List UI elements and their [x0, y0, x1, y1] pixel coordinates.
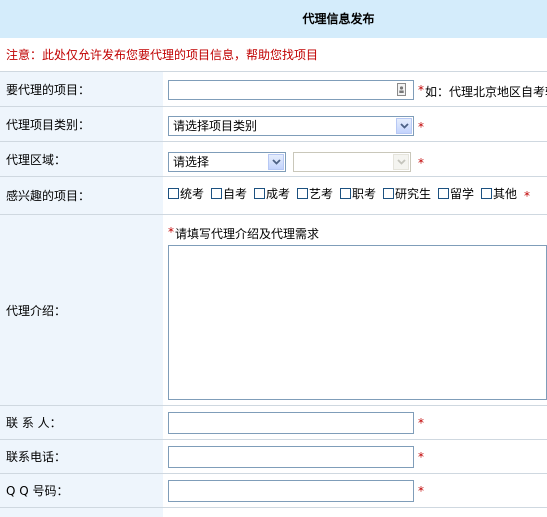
contact-input[interactable] — [168, 412, 414, 434]
intro-label: 代理介绍： — [0, 215, 163, 405]
page-title: 代理信息发布 — [302, 12, 375, 26]
contact-required-star: * — [418, 416, 424, 430]
interest-option[interactable]: 其他 — [481, 186, 517, 201]
interest-option[interactable]: 统考 — [168, 186, 204, 201]
chevron-down-icon[interactable] — [268, 154, 284, 170]
interest-option[interactable]: 成考 — [254, 186, 290, 201]
phone-required-star: * — [418, 450, 424, 464]
phone-input[interactable] — [168, 446, 414, 468]
qq-required-star: * — [418, 484, 424, 498]
checkbox[interactable] — [438, 187, 449, 199]
project-required-star: * — [418, 83, 424, 97]
category-select[interactable]: 请选择项目类别 — [168, 116, 414, 136]
interest-option[interactable]: 留学 — [438, 186, 474, 201]
checkbox[interactable] — [383, 187, 394, 199]
contact-card-icon — [397, 83, 406, 96]
intro-hint: 请填写代理介绍及代理需求 — [175, 227, 320, 241]
row-qq: Q Q 号码： * — [0, 474, 547, 508]
row-contact: 联 系 人： * — [0, 406, 547, 440]
project-label: 要代理的项目： — [0, 72, 163, 106]
intro-textarea[interactable] — [168, 245, 547, 400]
checkbox[interactable] — [254, 187, 265, 199]
category-label: 代理项目类别： — [0, 107, 163, 141]
interest-option[interactable]: 职考 — [340, 186, 376, 201]
qq-input[interactable] — [168, 480, 414, 502]
row-region: 代理区域： 请选择 * — [0, 142, 547, 177]
interest-option[interactable]: 艺考 — [297, 186, 333, 201]
bottom-spacer — [0, 508, 163, 517]
region-province-select[interactable]: 请选择 — [168, 152, 286, 172]
checkbox[interactable] — [340, 187, 351, 199]
interests-label: 感兴趣的项目： — [0, 177, 163, 214]
interest-option[interactable]: 研究生 — [383, 186, 431, 201]
notice-text: 注意：此处仅允许发布您要代理的项目信息，帮助您找项目 — [0, 38, 547, 72]
checkbox[interactable] — [481, 187, 492, 199]
row-phone: 联系电话： * — [0, 440, 547, 474]
page-header: 代理信息发布 — [0, 0, 547, 38]
intro-required-star: * — [168, 225, 174, 239]
checkbox[interactable] — [168, 187, 179, 199]
category-select-value: 请选择项目类别 — [173, 119, 258, 133]
row-interests: 感兴趣的项目： 统考 自考 成考 艺考 职考 研究生 留学 其他 * — [0, 177, 547, 215]
chevron-down-icon[interactable] — [396, 118, 412, 134]
interest-option[interactable]: 自考 — [211, 186, 247, 201]
project-hint: 如：代理北京地区自考辅 — [425, 85, 547, 99]
region-province-value: 请选择 — [173, 155, 210, 169]
checkbox[interactable] — [211, 187, 222, 199]
row-category: 代理项目类别： 请选择项目类别 * — [0, 107, 547, 142]
region-label: 代理区域： — [0, 142, 163, 176]
phone-label: 联系电话： — [0, 440, 163, 473]
region-city-select[interactable] — [293, 152, 411, 172]
row-project: 要代理的项目： * 如：代理北京地区自考辅 — [0, 72, 547, 107]
project-input[interactable] — [168, 80, 414, 100]
contact-label: 联 系 人： — [0, 406, 163, 439]
qq-label: Q Q 号码： — [0, 474, 163, 507]
category-required-star: * — [418, 120, 424, 134]
region-required-star: * — [418, 156, 424, 170]
checkbox[interactable] — [297, 187, 308, 199]
chevron-down-icon — [393, 154, 409, 170]
interests-required-star: * — [524, 189, 530, 203]
row-intro: 代理介绍： * 请填写代理介绍及代理需求 — [0, 215, 547, 406]
